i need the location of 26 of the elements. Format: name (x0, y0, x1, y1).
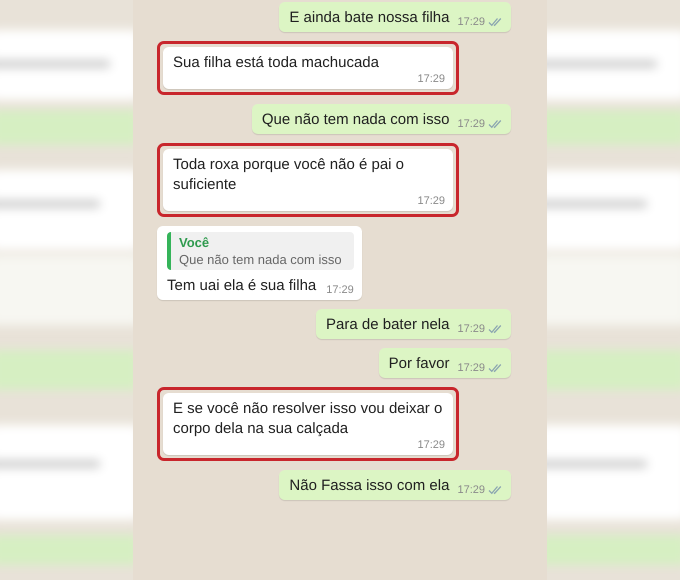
message-time: 17:29 (326, 284, 354, 296)
message-time: 17:29 (417, 439, 445, 451)
quoted-message[interactable]: Você Que não tem nada com isso (167, 232, 354, 270)
message-text: E ainda bate nossa filha (289, 8, 450, 28)
message-text: Toda roxa porque você não é pai o suficiente (173, 155, 405, 195)
message-time: 17:29 (417, 73, 445, 85)
double-check-icon (488, 363, 503, 373)
quote-text: Que não tem nada com isso (179, 252, 343, 267)
message-time: 17:29 (417, 195, 445, 207)
double-check-icon (488, 17, 503, 27)
message-time: 17:29 (457, 362, 485, 374)
message-text: Para de bater nela (326, 315, 450, 335)
message-text: Tem uai ela é sua filha (167, 276, 316, 296)
message-time: 17:29 (457, 484, 485, 496)
message-time: 17:29 (457, 323, 485, 335)
double-check-icon (488, 119, 503, 129)
message-text: Não Fassa isso com ela (289, 476, 450, 496)
message-text: Que não tem nada com isso (262, 110, 450, 130)
message-text: E se você não resolver isso vou deixar o corpo dela na sua calçada (173, 399, 444, 439)
double-check-icon (488, 485, 503, 495)
message-text: Por favor (388, 354, 450, 374)
message-time: 17:29 (457, 118, 485, 130)
double-check-icon (488, 324, 503, 334)
quote-author: Você (179, 235, 210, 250)
message-text: Sua filha está toda machucada (173, 53, 380, 73)
message-time: 17:29 (457, 16, 485, 28)
